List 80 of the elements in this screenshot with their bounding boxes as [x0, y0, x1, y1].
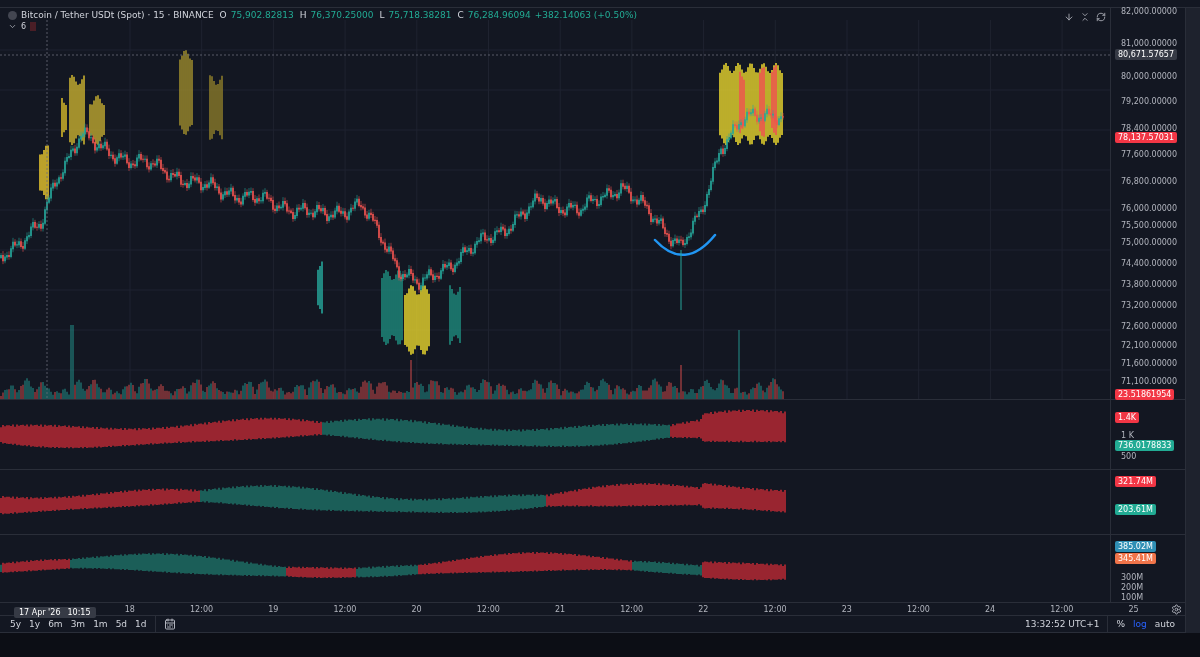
price-label: 75,500.00000	[1121, 221, 1177, 230]
time-label: 25	[1127, 604, 1140, 614]
price-label: 74,400.00000	[1121, 259, 1177, 268]
scale-label: 100M	[1121, 593, 1144, 602]
time-label: 12:00	[619, 604, 645, 614]
indicator-count: 6	[21, 22, 27, 31]
scroll-down-button[interactable]	[1064, 12, 1074, 22]
time-label: 12:00	[762, 604, 788, 614]
calendar-button[interactable]	[163, 618, 176, 630]
range-button[interactable]: 1y	[29, 619, 41, 629]
time-label: 22	[697, 604, 710, 614]
settings-button[interactable]	[1171, 603, 1182, 615]
range-button[interactable]: 3m	[70, 619, 86, 629]
value-badge: 1.4K	[1115, 412, 1139, 423]
price-label: 72,600.00000	[1121, 322, 1177, 331]
time-label: 12:00	[905, 604, 931, 614]
price-label: 78,400.00000	[1121, 124, 1177, 133]
scale-option[interactable]: %	[1116, 619, 1125, 629]
symbol-title[interactable]: Bitcoin / Tether USDt (Spot) · 15 · BINANCE	[21, 10, 214, 20]
price-label: 71,600.00000	[1121, 359, 1177, 368]
price-label: 72,100.00000	[1121, 341, 1177, 350]
symbol-logo-icon	[8, 10, 17, 20]
scale-label: 500	[1121, 452, 1137, 461]
scale-option[interactable]: auto	[1154, 619, 1175, 629]
price-label: 73,200.00000	[1121, 301, 1177, 310]
price-label: 76,000.00000	[1121, 204, 1177, 213]
range-button[interactable]: 1d	[135, 619, 147, 629]
ohlc-label: H	[299, 10, 307, 20]
price-label: 71,100.00000	[1121, 377, 1177, 386]
scale-label: 300M	[1121, 573, 1144, 582]
time-label: 19	[267, 604, 280, 614]
price-label: 79,200.00000	[1121, 97, 1177, 106]
value-badge: 385.02M	[1115, 541, 1156, 552]
cursor-date: 17 Apr '26	[19, 608, 61, 617]
price-label: 75,000.00000	[1121, 238, 1177, 247]
price-badge: 23.51861954	[1115, 389, 1175, 400]
range-button[interactable]: 5d	[115, 619, 128, 629]
time-label: 12:00	[475, 604, 501, 614]
price-change: +382.14063 (+0.50%)	[534, 10, 637, 20]
cursor-time: 10:15	[67, 608, 91, 617]
scale-label: 200M	[1121, 583, 1144, 592]
time-label: 21	[553, 604, 567, 614]
clock: 13:32:52 UTC+1	[1025, 619, 1100, 629]
refresh-button[interactable]	[1096, 12, 1106, 22]
scale-label: 1 K	[1121, 431, 1134, 440]
price-label: 76,800.00000	[1121, 177, 1177, 186]
price-label: 80,000.00000	[1121, 72, 1177, 81]
price-label: 82,000.00000	[1121, 7, 1177, 16]
price-label: 81,000.00000	[1121, 39, 1177, 48]
ohlc-label: C	[457, 10, 464, 20]
curve-annotation	[653, 233, 717, 256]
chevron-icon[interactable]	[8, 22, 17, 31]
time-label: 20	[410, 604, 423, 614]
time-label: 12:00	[189, 604, 215, 614]
collapse-button[interactable]	[1080, 12, 1090, 22]
ohlc-value: 76,284.96094	[467, 10, 531, 20]
wick-line	[680, 249, 682, 311]
scale-option[interactable]: log	[1133, 619, 1147, 629]
range-button[interactable]: 5y	[10, 619, 22, 629]
time-label: 23	[840, 604, 853, 614]
ohlc-label: O	[219, 10, 227, 20]
ohlc-value: 75,718.38281	[388, 10, 452, 20]
value-badge: 345.41M	[1115, 553, 1156, 564]
price-label: 77,600.00000	[1121, 150, 1177, 159]
time-label: 18	[123, 604, 136, 614]
value-badge: 736.0178833	[1115, 440, 1175, 451]
time-label: 12:00	[1049, 604, 1075, 614]
time-label: 24	[984, 604, 997, 614]
flag-icon	[30, 22, 37, 31]
time-label: 12:00	[332, 604, 358, 614]
ohlc-value: 76,370.25000	[310, 10, 374, 20]
value-badge: 321.74M	[1115, 476, 1156, 487]
price-badge: 80,671.57657	[1115, 49, 1177, 60]
price-badge: 78,137.57031	[1115, 132, 1177, 143]
range-button[interactable]: 1m	[93, 619, 108, 629]
range-button[interactable]: 6m	[48, 619, 63, 629]
value-badge: 203.61M	[1115, 504, 1156, 515]
ohlc-value: 75,902.82813	[230, 10, 294, 20]
ohlc-label: L	[379, 10, 385, 20]
price-label: 73,800.00000	[1121, 280, 1177, 289]
